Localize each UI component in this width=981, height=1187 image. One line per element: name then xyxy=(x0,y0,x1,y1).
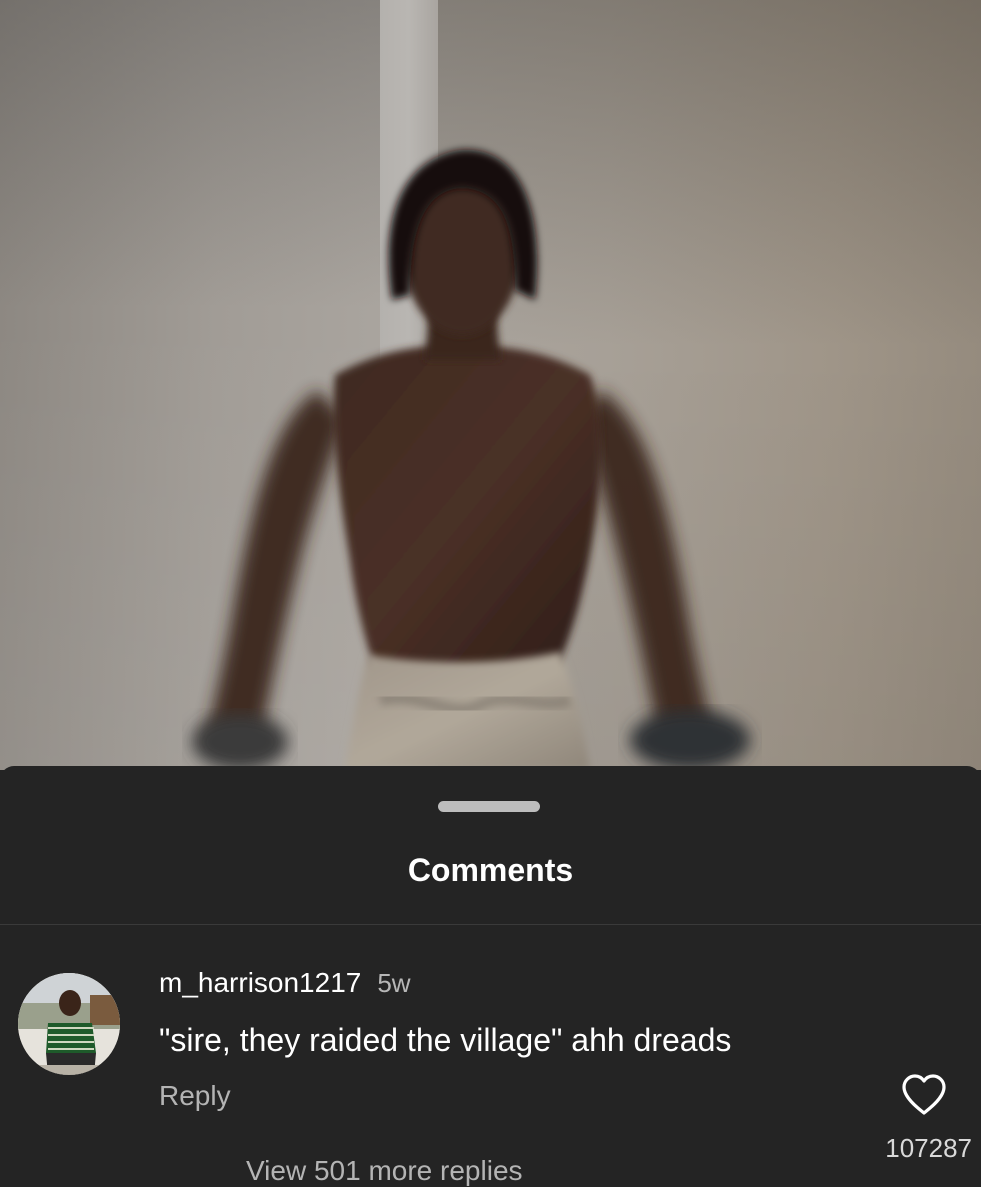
video-subject-figure xyxy=(192,149,750,770)
comment-item: m_harrison1217 5w "sire, they raided the … xyxy=(0,925,981,1187)
sheet-title: Comments xyxy=(407,852,574,888)
video-frame[interactable] xyxy=(0,0,981,770)
comments-sheet: Comments m_harrison1217 5w "sire, they r… xyxy=(0,766,981,1187)
avatar-photo xyxy=(18,973,120,1075)
sheet-drag-handle[interactable] xyxy=(438,801,540,812)
comment-timestamp: 5w xyxy=(377,968,411,998)
like-count: 107287 xyxy=(885,1133,972,1163)
comments-screen: Comments m_harrison1217 5w "sire, they r… xyxy=(0,0,981,1187)
comment-username[interactable]: m_harrison1217 xyxy=(159,967,361,998)
comment-meta: m_harrison1217 5w xyxy=(159,963,411,1003)
like-button[interactable] xyxy=(900,1073,948,1117)
view-more-replies-button[interactable]: View 501 more replies xyxy=(246,1151,523,1187)
comment-text: "sire, they raided the village" ahh drea… xyxy=(159,1022,732,1058)
commenter-avatar[interactable] xyxy=(18,973,120,1075)
heart-outline-icon xyxy=(902,1074,946,1115)
reply-button[interactable]: Reply xyxy=(159,1076,231,1116)
